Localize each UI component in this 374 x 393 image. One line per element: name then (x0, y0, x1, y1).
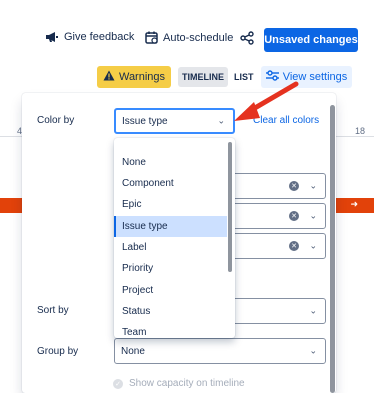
color-by-select[interactable]: Issue type ⌄ (114, 108, 235, 134)
show-capacity-checkbox[interactable]: ✓ Show capacity on timeline (113, 378, 245, 389)
chevron-down-icon: ⌄ (309, 210, 317, 221)
warnings-label: Warnings (118, 71, 166, 83)
dropdown-option-priority[interactable]: Priority (114, 258, 227, 279)
clear-icon[interactable]: ✕ (289, 181, 299, 191)
megaphone-icon (45, 31, 59, 43)
color-row-select[interactable]: ✕ ⌄ (226, 233, 326, 259)
timeline-bar[interactable] (0, 198, 22, 213)
auto-schedule-label: Auto-schedule (163, 31, 234, 44)
warning-icon (103, 70, 115, 84)
give-feedback-button[interactable]: Give feedback (45, 31, 134, 43)
give-feedback-label: Give feedback (64, 31, 135, 43)
timeline-column-number: 18 (355, 126, 366, 136)
sort-by-select[interactable]: ⌄ (226, 298, 326, 324)
clear-icon[interactable]: ✕ (289, 211, 299, 221)
dropdown-option-team[interactable]: Team (114, 322, 227, 338)
warnings-button[interactable]: Warnings (97, 66, 171, 88)
group-by-label: Group by (37, 346, 79, 357)
chevron-down-icon: ⌄ (309, 240, 317, 251)
tab-timeline[interactable]: TIMELINE (178, 67, 228, 87)
chevron-down-icon: ⌄ (217, 115, 225, 126)
calendar-icon (145, 31, 158, 44)
chevron-down-icon: ⌄ (309, 345, 317, 356)
dropdown-option-status[interactable]: Status (114, 301, 227, 322)
unsaved-changes-button[interactable]: Unsaved changes (264, 28, 358, 52)
check-icon: ✓ (113, 378, 123, 389)
chevron-down-icon: ⌄ (309, 305, 317, 316)
dropdown-option-none[interactable]: None (114, 152, 227, 173)
top-bar: Give feedback Auto-schedule Unsaved chan… (0, 28, 374, 54)
group-by-select[interactable]: None ⌄ (114, 338, 326, 364)
chevron-down-icon: ⌄ (309, 180, 317, 191)
group-by-value: None (121, 345, 145, 357)
dropdown-scrollbar[interactable] (228, 142, 232, 272)
color-by-dropdown-menu: None Component Epic Issue type Label Pri… (114, 138, 235, 338)
color-by-value: Issue type (122, 115, 168, 127)
dropdown-option-component[interactable]: Component (114, 173, 227, 194)
timeline-bar[interactable]: ➜ (336, 198, 374, 213)
auto-schedule-button[interactable]: Auto-schedule (145, 31, 233, 44)
view-toolbar: Warnings TIMELINE LIST View settings (0, 66, 374, 90)
panel-scrollbar[interactable] (330, 105, 335, 393)
dropdown-option-project[interactable]: Project (114, 280, 227, 301)
dropdown-option-label[interactable]: Label (114, 237, 227, 258)
arrow-right-icon: ➜ (350, 199, 358, 209)
color-row-select[interactable]: ✕ ⌄ (226, 203, 326, 229)
dropdown-option-issue-type[interactable]: Issue type (114, 216, 227, 237)
show-capacity-label: Show capacity on timeline (129, 378, 245, 389)
dropdown-option-epic[interactable]: Epic (114, 194, 227, 215)
color-row-select[interactable]: ✕ ⌄ (226, 173, 326, 199)
clear-icon[interactable]: ✕ (289, 241, 299, 251)
share-icon (240, 31, 254, 45)
annotation-arrow-icon (234, 81, 299, 121)
sort-by-label: Sort by (37, 305, 69, 316)
share-button[interactable] (240, 31, 254, 45)
color-by-label: Color by (37, 115, 75, 126)
